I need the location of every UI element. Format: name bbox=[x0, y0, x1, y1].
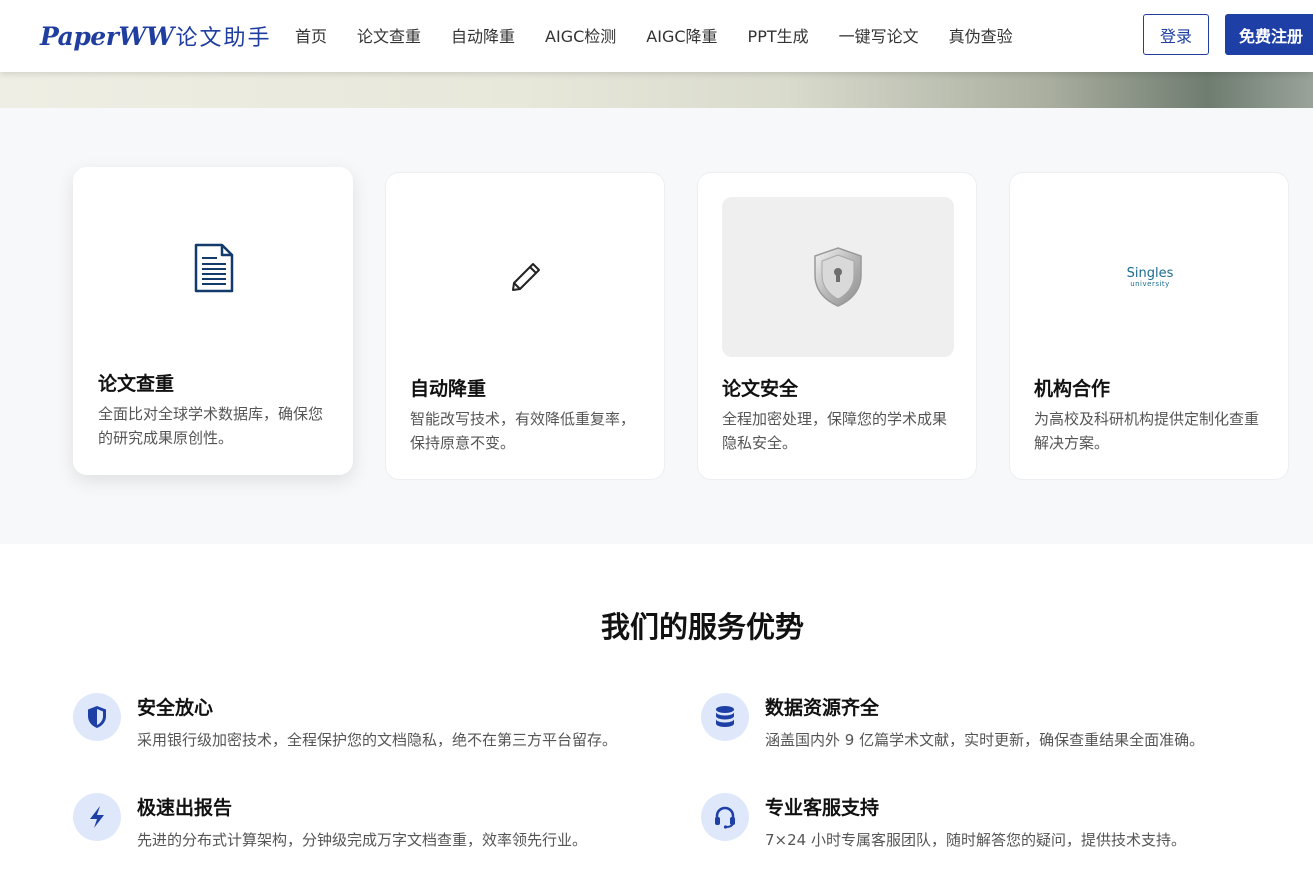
card-media bbox=[410, 197, 642, 357]
login-button[interactable]: 登录 bbox=[1143, 14, 1209, 55]
card-media bbox=[98, 188, 330, 348]
nav-verify[interactable]: 真伪查验 bbox=[949, 23, 1013, 47]
advantage-security: 安全放心 采用银行级加密技术，全程保护您的文档隐私，绝不在第三方平台留存。 bbox=[73, 693, 673, 753]
card-paper-security[interactable]: 论文安全 全程加密处理，保障您的学术成果隐私安全。 bbox=[697, 172, 977, 480]
card-title: 自动降重 bbox=[410, 378, 487, 400]
adv-icon-wrap bbox=[701, 693, 749, 741]
nav-plagiarism-check[interactable]: 论文查重 bbox=[357, 23, 421, 47]
headset-icon bbox=[715, 806, 735, 829]
advantage-name: 数据资源齐全 bbox=[765, 697, 880, 719]
logo-line-2: university bbox=[1130, 279, 1170, 288]
nav-auto-rewrite[interactable]: 自动降重 bbox=[451, 23, 515, 47]
card-plagiarism-check[interactable]: 论文查重 全面比对全球学术数据库，确保您的研究成果原创性。 bbox=[73, 167, 353, 475]
nav-ppt-generate[interactable]: PPT生成 bbox=[748, 23, 809, 47]
nav-aigc-detect[interactable]: AIGC检测 bbox=[545, 23, 616, 47]
card-desc: 为高校及科研机构提供定制化查重解决方案。 bbox=[1034, 410, 1260, 452]
shield-lock-image bbox=[814, 247, 862, 307]
main-nav: 首页 论文查重 自动降重 AIGC检测 AIGC降重 PPT生成 一键写论文 真… bbox=[280, 0, 1028, 70]
advantage-name: 极速出报告 bbox=[137, 797, 233, 819]
advantage-desc: 涵盖国内外 9 亿篇学术文献，实时更新，确保查重结果全面准确。 bbox=[765, 731, 1205, 749]
pencil-icon bbox=[512, 263, 540, 291]
card-title: 论文查重 bbox=[98, 373, 175, 395]
advantage-name: 专业客服支持 bbox=[765, 797, 880, 819]
card-title: 机构合作 bbox=[1034, 378, 1111, 400]
logo-script: PaperWW bbox=[40, 21, 174, 51]
adv-icon-wrap bbox=[701, 793, 749, 841]
card-auto-rewrite[interactable]: 自动降重 智能改写技术，有效降低重复率，保持原意不变。 bbox=[385, 172, 665, 480]
advantage-customer-support: 专业客服支持 7×24 小时专属客服团队，随时解答您的疑问，提供技术支持。 bbox=[701, 793, 1301, 853]
advantage-desc: 7×24 小时专属客服团队，随时解答您的疑问，提供技术支持。 bbox=[765, 831, 1186, 849]
advantages-title: 我们的服务优势 bbox=[600, 610, 804, 644]
nav-aigc-reduce[interactable]: AIGC降重 bbox=[646, 23, 717, 47]
features-section: 论文查重 全面比对全球学术数据库，确保您的研究成果原创性。 自动降重 智能改写技… bbox=[0, 108, 1313, 544]
logo[interactable]: PaperWW 论文助手 bbox=[40, 18, 272, 54]
advantage-desc: 先进的分布式计算架构，分钟级完成万字文档查重，效率领先行业。 bbox=[137, 831, 588, 849]
adv-icon-wrap bbox=[73, 693, 121, 741]
site-header: PaperWW 论文助手 首页 论文查重 自动降重 AIGC检测 AIGC降重 … bbox=[0, 0, 1313, 72]
advantage-name: 安全放心 bbox=[137, 697, 214, 719]
shield-icon bbox=[88, 706, 106, 728]
lightning-icon bbox=[90, 806, 104, 828]
card-desc: 全程加密处理，保障您的学术成果隐私安全。 bbox=[722, 410, 948, 452]
adv-icon-wrap bbox=[73, 793, 121, 841]
nav-home[interactable]: 首页 bbox=[295, 23, 327, 47]
document-icon bbox=[194, 243, 234, 293]
advantage-fast-report: 极速出报告 先进的分布式计算架构，分钟级完成万字文档查重，效率领先行业。 bbox=[73, 793, 673, 853]
card-desc: 全面比对全球学术数据库，确保您的研究成果原创性。 bbox=[98, 405, 324, 447]
card-media bbox=[722, 197, 954, 357]
logo-line-1: Singles bbox=[1126, 265, 1174, 281]
card-media: Singles university bbox=[1034, 197, 1266, 357]
singles-university-logo: Singles university bbox=[1127, 267, 1174, 288]
nav-write-paper[interactable]: 一键写论文 bbox=[839, 23, 919, 47]
card-desc: 智能改写技术，有效降低重复率，保持原意不变。 bbox=[410, 410, 636, 452]
database-icon bbox=[716, 706, 734, 727]
advantage-desc: 采用银行级加密技术，全程保护您的文档隐私，绝不在第三方平台留存。 bbox=[137, 731, 618, 749]
hero-banner-strip bbox=[0, 72, 1313, 108]
card-institution-partner[interactable]: Singles university 机构合作 为高校及科研机构提供定制化查重解… bbox=[1009, 172, 1289, 480]
card-title: 论文安全 bbox=[722, 378, 799, 400]
advantage-data-resources: 数据资源齐全 涵盖国内外 9 亿篇学术文献，实时更新，确保查重结果全面准确。 bbox=[701, 693, 1301, 753]
register-button[interactable]: 免费注册 bbox=[1225, 14, 1313, 55]
logo-cn: 论文助手 bbox=[175, 26, 272, 51]
